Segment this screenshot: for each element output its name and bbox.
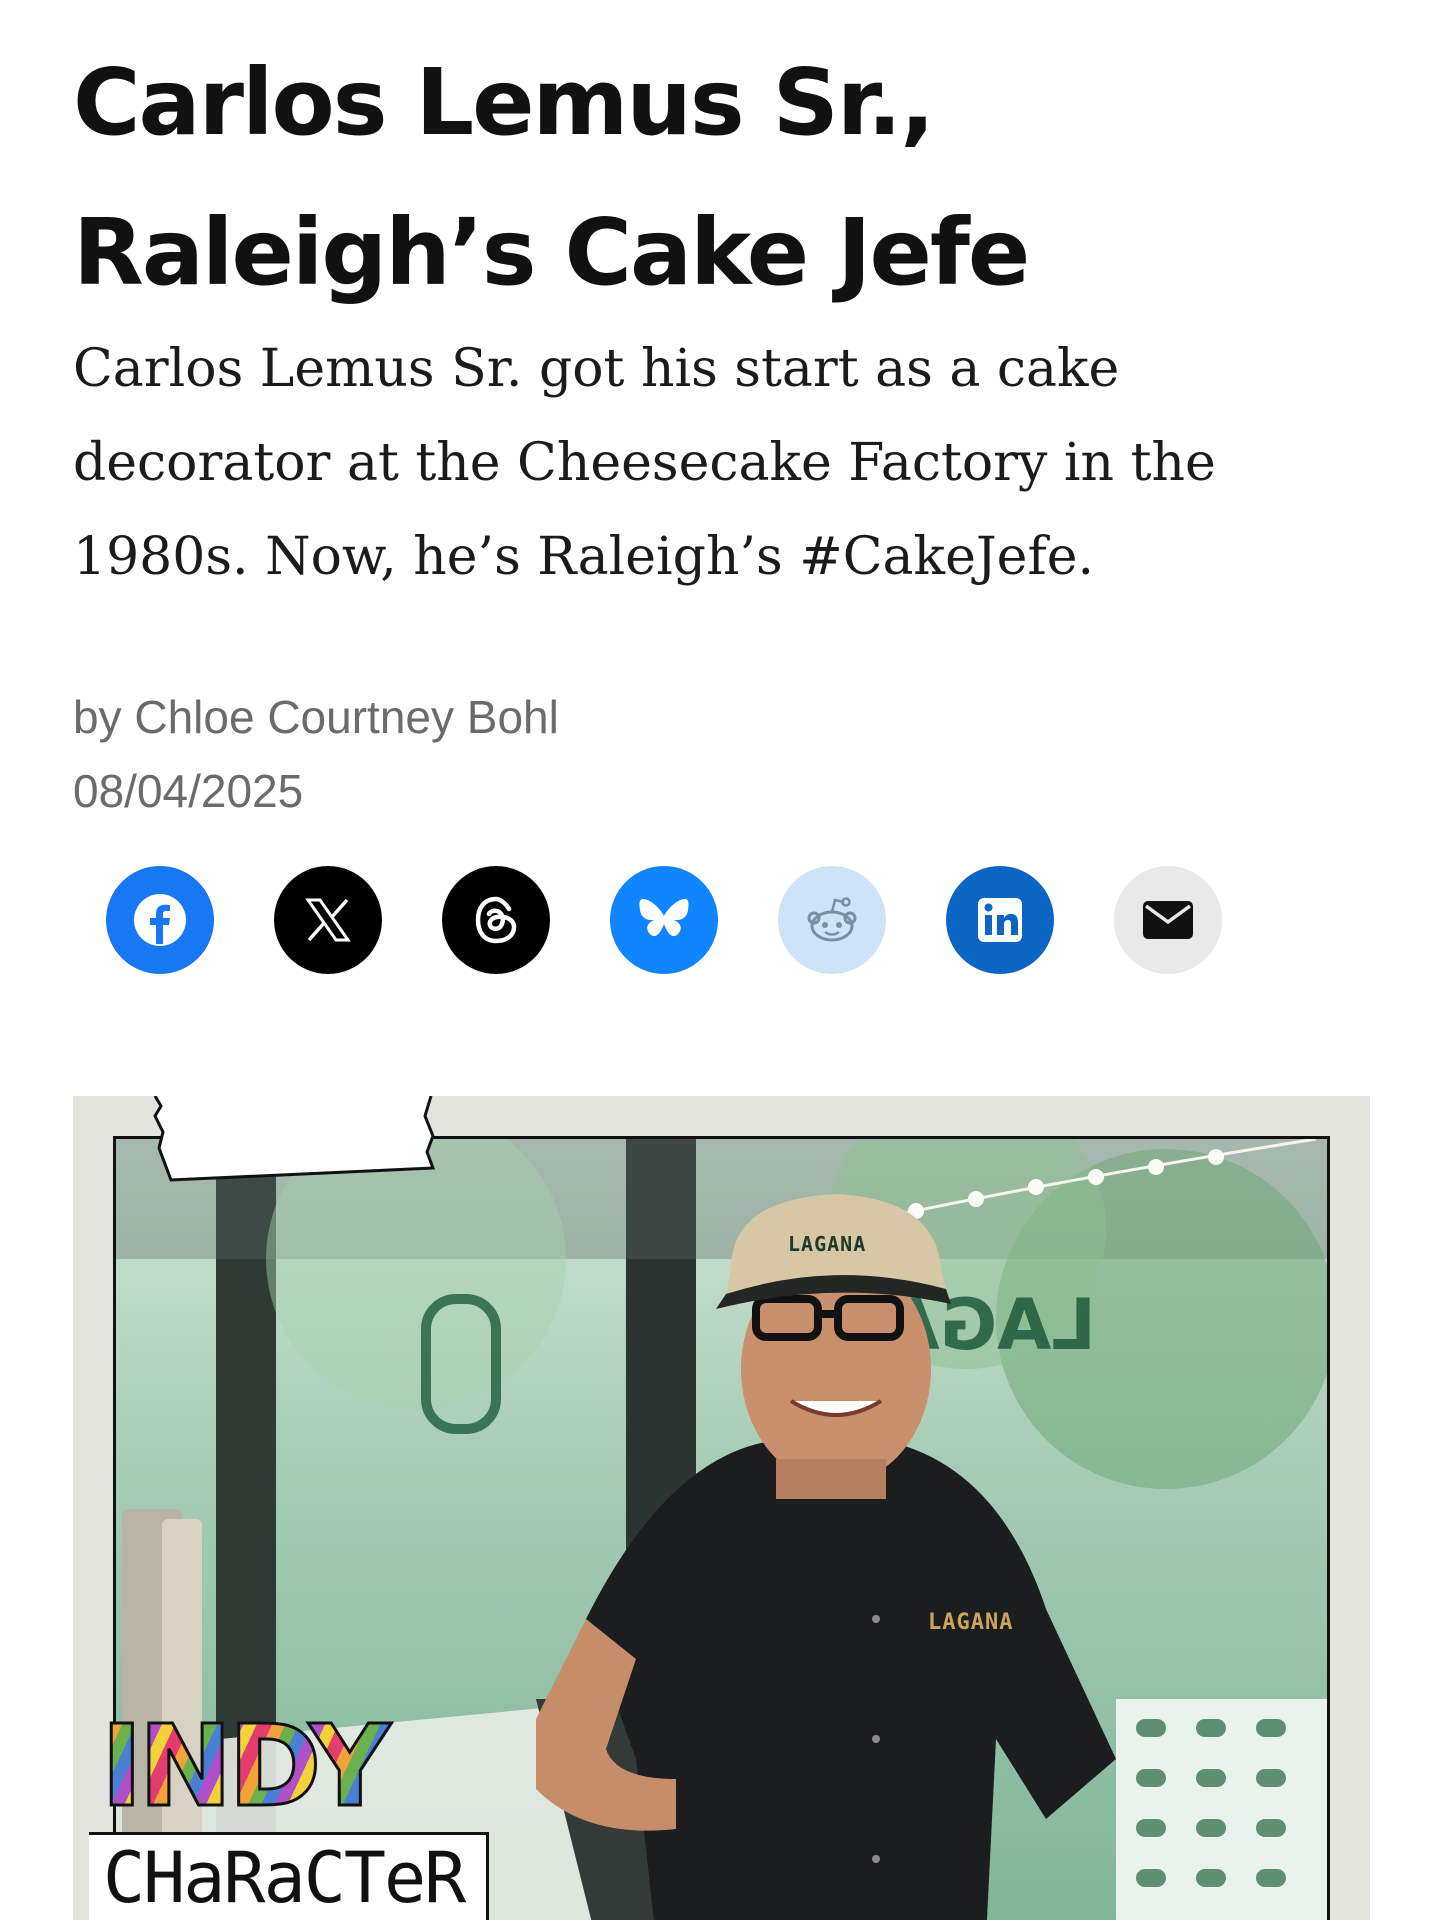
headline-line-1: Carlos Lemus Sr., — [73, 49, 935, 156]
email-icon — [1143, 901, 1193, 939]
article-headline: Carlos Lemus Sr., Raleigh’s Cake Jefe — [73, 28, 1373, 328]
share-email-button[interactable] — [1114, 866, 1222, 974]
linkedin-icon — [978, 898, 1022, 942]
publish-date: 08/04/2025 — [73, 765, 304, 817]
reddit-icon — [807, 897, 857, 942]
cap-logo: LAGANA — [788, 1232, 866, 1256]
share-buttons — [106, 866, 1222, 974]
share-facebook-button[interactable] — [106, 866, 214, 974]
share-bluesky-button[interactable] — [610, 866, 718, 974]
badge-subtitle: CHaRaCTeR — [89, 1832, 489, 1920]
tape-decoration — [153, 1096, 436, 1182]
facebook-icon — [134, 894, 186, 946]
share-reddit-button[interactable] — [778, 866, 886, 974]
bluesky-icon — [639, 899, 689, 937]
badge-title: INDY — [100, 1707, 401, 1828]
x-icon — [305, 898, 351, 942]
threads-icon — [475, 896, 517, 944]
shirt-logo: LAGANA — [928, 1610, 1013, 1635]
hero-image: LAGAL LAGANA LAGANA INDY CHaRaCTeR — [73, 1096, 1370, 1920]
share-linkedin-button[interactable] — [946, 866, 1054, 974]
share-threads-button[interactable] — [442, 866, 550, 974]
article-dek: Carlos Lemus Sr. got his start as a cake… — [73, 339, 1216, 587]
headline-line-2: Raleigh’s Cake Jefe — [73, 199, 1030, 306]
black-shirt — [586, 1439, 1116, 1920]
author-byline[interactable]: by Chloe Courtney Bohl — [73, 688, 559, 746]
share-x-button[interactable] — [274, 866, 382, 974]
indy-character-badge: INDY CHaRaCTeR — [89, 1707, 489, 1920]
